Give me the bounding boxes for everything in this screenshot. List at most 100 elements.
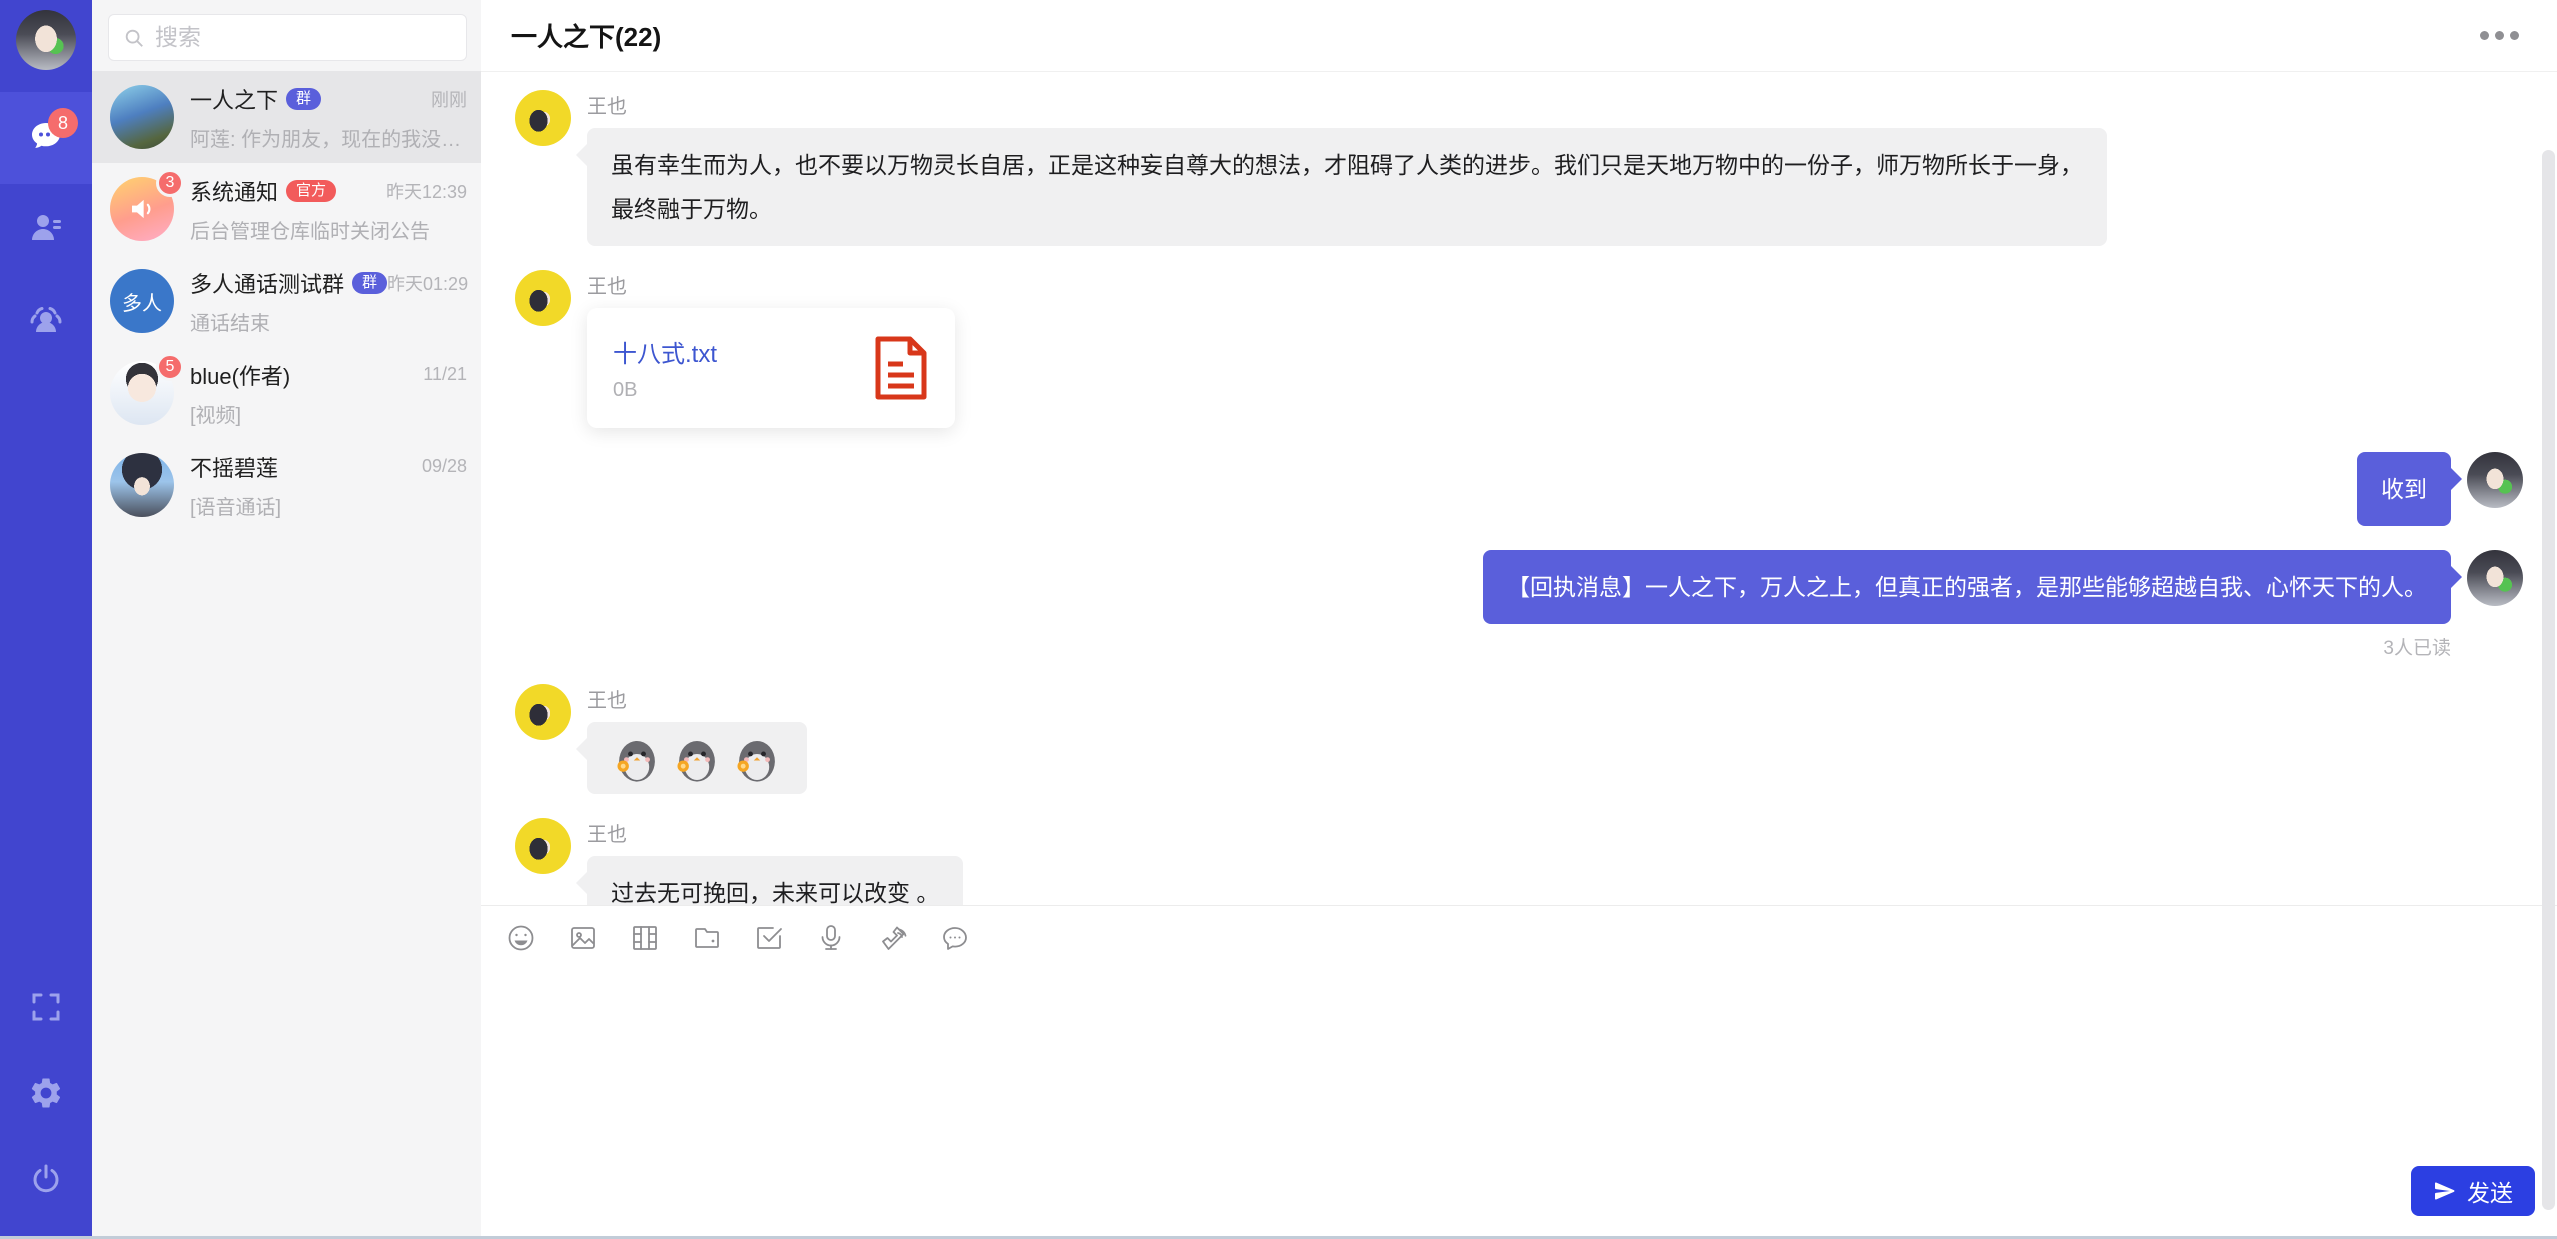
penguin-sticker [731,732,783,784]
contacts-icon [28,210,64,251]
history-button[interactable] [939,922,971,954]
message-bubble-sent[interactable]: 【回执消息】一人之下，万人之上，但真正的强者，是那些能够超越自我、心怀天下的人。 [1483,550,2451,624]
conversation-preview: 通话结束 [190,307,467,336]
file-attachment-card[interactable]: 十八式.txt 0B [587,308,955,428]
user-avatar[interactable] [16,10,76,70]
multicall-avatar: 多人 [110,269,174,333]
paper-plane-icon [2433,1179,2457,1203]
conversation-time: 昨天12:39 [386,178,467,204]
image-icon [568,923,598,953]
avatar: 多人 [110,269,174,333]
wangye-avatar[interactable] [515,818,571,874]
chat-main: 一人之下(22) 王也 虽有幸生而为人，也不要以万物灵长自居，正是这种妄自尊大的… [481,0,2557,1236]
rail-nav: 8 [0,92,92,368]
image-button[interactable] [567,922,599,954]
penguin-sticker [671,732,723,784]
task-check-icon [754,923,784,953]
conversation-preview: [视频] [190,399,467,428]
wangye-avatar[interactable] [515,270,571,326]
folder-icon [692,923,722,953]
rail-bottom [0,966,92,1224]
conversation-time: 昨天01:29 [387,270,468,296]
message-history-icon [940,923,970,953]
message-author: 王也 [587,90,2107,119]
file-name[interactable]: 十八式.txt [613,334,855,369]
avatar: 5 [110,361,174,425]
wangye-avatar[interactable] [515,90,571,146]
avatar: 3 [110,177,174,241]
chat-unread-badge: 8 [48,108,78,138]
message-row: 王也 虽有幸生而为人，也不要以万物灵长自居，正是这种妄自尊大的想法，才阻碍了人类… [515,90,2523,246]
emoji-button[interactable] [505,922,537,954]
user-avatar[interactable] [2467,452,2523,508]
nav-contacts[interactable] [0,184,92,276]
chat-app-window: 8 [0,0,2557,1239]
composer-footer: 发送 [481,1166,2557,1236]
chat-title: 一人之下(22) [511,17,661,54]
conversation-item-buyaobilian[interactable]: 不摇碧莲 09/28 [语音通话] [92,439,481,531]
file-button[interactable] [691,922,723,954]
message-row: 王也 [515,684,2523,794]
conversation-name: 多人通话测试群 [190,267,344,299]
message-bubble[interactable]: 过去无可挽回，未来可以改变 。 [587,856,963,905]
message-bubble-sent[interactable]: 收到 [2357,452,2451,526]
microphone-icon [816,923,846,953]
sticker-bubble[interactable] [587,722,807,794]
message-author: 王也 [587,684,807,713]
message-row: 王也 十八式.txt 0B [515,270,2523,428]
user-avatar[interactable] [2467,550,2523,606]
message-list[interactable]: 王也 虽有幸生而为人，也不要以万物灵长自居，正是这种妄自尊大的想法，才阻碍了人类… [481,72,2557,905]
voice-button[interactable] [815,922,847,954]
message-row: 王也 过去无可挽回，未来可以改变 。 [515,818,2523,905]
message-author: 王也 [587,818,963,847]
nav-groups[interactable] [0,276,92,368]
groups-icon [28,302,64,343]
message-input[interactable] [481,960,2557,1166]
speaker-icon [127,194,157,224]
conversation-name: 不摇碧莲 [190,451,278,483]
conversation-item-yirenzhixia[interactable]: 一人之下 群 刚刚 阿莲: 作为朋友，现在的我没法... [92,71,481,163]
message-row-sent: 收到 [515,452,2523,526]
conversation-time: 刚刚 [431,86,467,112]
screenshot-grid-icon [630,923,660,953]
read-status: 3人已读 [2383,633,2451,660]
unread-badge: 3 [156,169,184,197]
settings-gear-icon [28,1075,64,1116]
task-button[interactable] [753,922,785,954]
conversation-item-system-notice[interactable]: 3 系统通知 官方 昨天12:39 后台管理仓库临时关闭公告 [92,163,481,255]
conversation-preview: [语音通话] [190,491,467,520]
conversation-name: blue(作者) [190,359,290,391]
penguin-sticker [611,732,663,784]
man-avatar [110,453,174,517]
screenshot-button[interactable] [629,922,661,954]
search-box[interactable] [108,14,467,61]
power-icon [28,1161,64,1202]
chat-scrollbar[interactable] [2542,150,2555,1210]
wangye-avatar[interactable] [515,684,571,740]
search-input[interactable] [155,24,452,51]
message-row-sent: 【回执消息】一人之下，万人之上，但真正的强者，是那些能够超越自我、心怀天下的人。… [515,550,2523,660]
unread-badge: 5 [156,353,184,381]
power-button[interactable] [0,1138,92,1224]
conversation-item-multicall-group[interactable]: 多人 多人通话测试群 群 昨天01:29 通话结束 [92,255,481,347]
chat-header: 一人之下(22) [481,0,2557,72]
fullscreen-button[interactable] [0,966,92,1052]
document-icon [873,336,929,400]
composer: 发送 [481,905,2557,1236]
conversation-preview: 后台管理仓库临时关闭公告 [190,215,467,244]
conversation-panel: 一人之下 群 刚刚 阿莲: 作为朋友，现在的我没法... 3 系统通知 [92,0,481,1236]
composer-toolbar [481,906,2557,960]
conversation-name: 一人之下 [190,83,278,115]
settings-button[interactable] [0,1052,92,1138]
chat-menu-button[interactable] [2472,23,2527,48]
conversation-time: 11/21 [423,364,467,385]
group-badge: 群 [286,88,321,110]
call-button[interactable] [877,922,909,954]
send-label: 发送 [2467,1174,2513,1208]
conversation-time: 09/28 [422,456,467,477]
message-bubble[interactable]: 虽有幸生而为人，也不要以万物灵长自居，正是这种妄自尊大的想法，才阻碍了人类的进步… [587,128,2107,246]
conversation-list: 一人之下 群 刚刚 阿莲: 作为朋友，现在的我没法... 3 系统通知 [92,71,481,1236]
conversation-item-blue[interactable]: 5 blue(作者) 11/21 [视频] [92,347,481,439]
nav-chats[interactable]: 8 [0,92,92,184]
send-button[interactable]: 发送 [2411,1166,2535,1216]
